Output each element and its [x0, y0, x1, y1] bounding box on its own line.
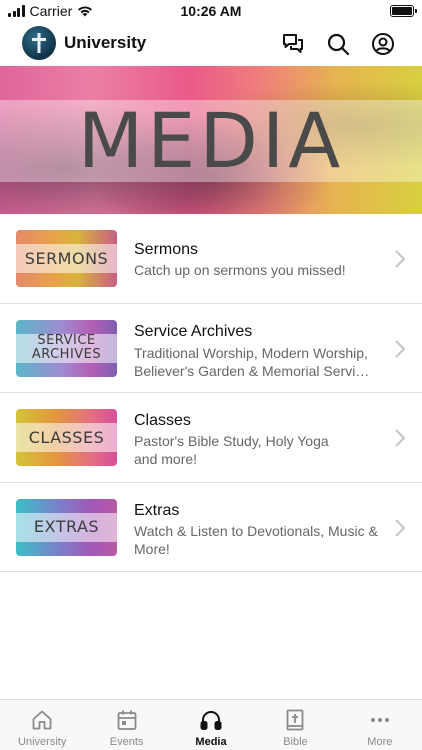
list-item-extras[interactable]: EXTRAS Extras Watch & Listen to Devotion… — [0, 483, 422, 572]
sermons-thumbnail: SERMONS — [16, 230, 117, 287]
search-icon — [327, 33, 350, 56]
tab-media[interactable]: Media — [169, 700, 253, 750]
app-title: University — [64, 33, 147, 52]
tab-events[interactable]: Events — [84, 700, 168, 750]
messages-button[interactable] — [280, 31, 306, 57]
user-profile-icon — [372, 33, 394, 55]
tab-label: University — [18, 736, 67, 748]
chevron-right-icon — [395, 518, 406, 537]
item-title: Extras — [134, 501, 180, 519]
app-header: University — [0, 22, 422, 66]
item-subtitle: Catch up on sermons you missed! — [134, 262, 346, 278]
service-archives-thumbnail: SERVICE ARCHIVES — [16, 319, 117, 377]
battery-icon — [390, 5, 417, 17]
profile-button[interactable] — [370, 31, 396, 57]
cross-icon — [32, 33, 46, 53]
tab-label: Bible — [283, 736, 308, 748]
list-item-classes[interactable]: CLASSES Classes Pastor's Bible Study, Ho… — [0, 393, 422, 483]
more-icon — [370, 718, 389, 722]
tab-bible[interactable]: Bible — [253, 700, 337, 750]
chat-icon — [283, 34, 303, 53]
status-time: 10:26 AM — [180, 3, 242, 19]
tab-label: Media — [195, 736, 227, 748]
item-subtitle: Traditional Worship, Modern Worship, Bel… — [134, 344, 370, 379]
tab-bar: University Events Media Bible More — [0, 699, 422, 750]
banner-title: MEDIA — [77, 96, 345, 185]
app-logo — [22, 26, 56, 60]
classes-thumbnail: CLASSES — [16, 409, 117, 466]
extras-thumbnail: EXTRAS — [16, 498, 117, 556]
bible-icon — [287, 709, 304, 731]
item-subtitle: Pastor's Bible Study, Holy Yoga and more… — [134, 433, 329, 467]
chevron-right-icon — [395, 339, 406, 358]
tab-more[interactable]: More — [338, 700, 422, 750]
calendar-icon — [117, 710, 137, 730]
home-icon — [32, 710, 52, 730]
media-list: SERMONS Sermons Catch up on sermons you … — [0, 214, 422, 572]
search-button[interactable] — [325, 31, 351, 57]
chevron-right-icon — [395, 250, 406, 268]
item-subtitle: Watch & Listen to Devotionals, Music & M… — [134, 522, 378, 557]
status-bar: Carrier 10:26 AM — [0, 0, 422, 22]
tab-label: More — [367, 736, 393, 748]
item-title: Classes — [134, 412, 191, 429]
item-title: Sermons — [134, 241, 199, 258]
headphones-icon — [200, 711, 222, 730]
media-banner: MEDIA — [0, 66, 422, 214]
tab-university[interactable]: University — [0, 700, 84, 750]
tab-label: Events — [109, 736, 144, 748]
list-item-service-archives[interactable]: SERVICE ARCHIVES Service Archives Tradit… — [0, 304, 422, 393]
item-title: Service Archives — [134, 322, 253, 340]
chevron-right-icon — [395, 429, 406, 447]
list-item-sermons[interactable]: SERMONS Sermons Catch up on sermons you … — [0, 214, 422, 304]
